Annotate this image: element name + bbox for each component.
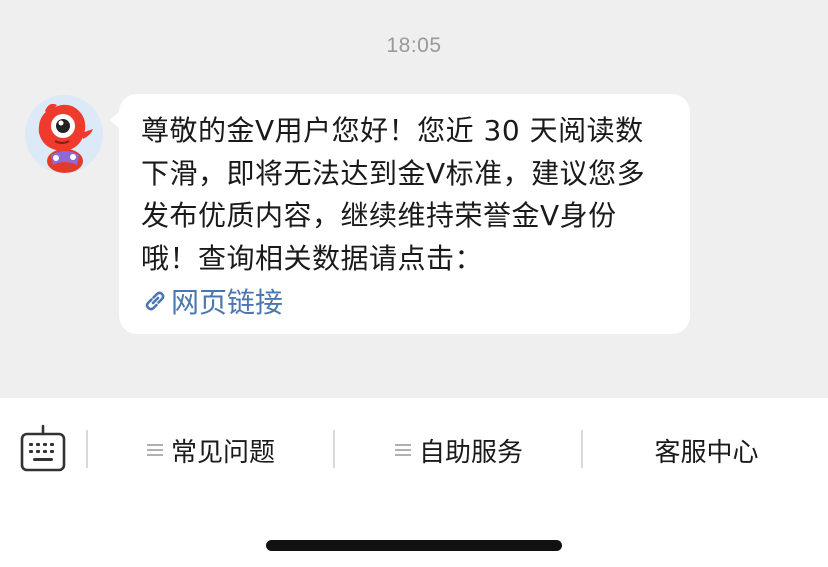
- keyboard-icon: [20, 424, 66, 472]
- menu-lines-icon: [394, 444, 411, 456]
- menu-divider: [333, 430, 335, 468]
- home-indicator[interactable]: [266, 540, 562, 551]
- message-bubble: 尊敬的金V用户您好！您近 30 天阅读数下滑，即将无法达到金V标准，建议您多发布…: [110, 94, 690, 334]
- menu-lines-icon: [146, 444, 163, 456]
- menu-divider: [86, 430, 88, 468]
- message-text: 尊敬的金V用户您好！您近 30 天阅读数下滑，即将无法达到金V标准，建议您多发布…: [141, 114, 646, 275]
- keyboard-toggle-button[interactable]: [20, 424, 66, 472]
- menu-item-label: 客服中心: [654, 437, 759, 468]
- menu-item-self-service[interactable]: 自助服务: [337, 430, 581, 470]
- menu-item-faq[interactable]: 常见问题: [90, 430, 332, 470]
- chat-area: 18:05 尊敬的金V用户您好！您近 30 天阅读数下滑，即将无法达到金V标准，…: [0, 0, 828, 398]
- menu-item-label: 自助服务: [418, 437, 523, 468]
- menu-divider: [581, 430, 583, 468]
- web-link[interactable]: 网页链接: [141, 280, 670, 322]
- menu-item-customer-service[interactable]: 客服中心: [585, 430, 828, 470]
- link-icon: [141, 287, 169, 315]
- red-mascot-avatar-icon: [25, 95, 103, 173]
- web-link-label: 网页链接: [171, 286, 284, 319]
- message-timestamp: 18:05: [386, 34, 442, 57]
- menu-item-label: 常见问题: [170, 437, 275, 468]
- avatar[interactable]: [25, 95, 103, 173]
